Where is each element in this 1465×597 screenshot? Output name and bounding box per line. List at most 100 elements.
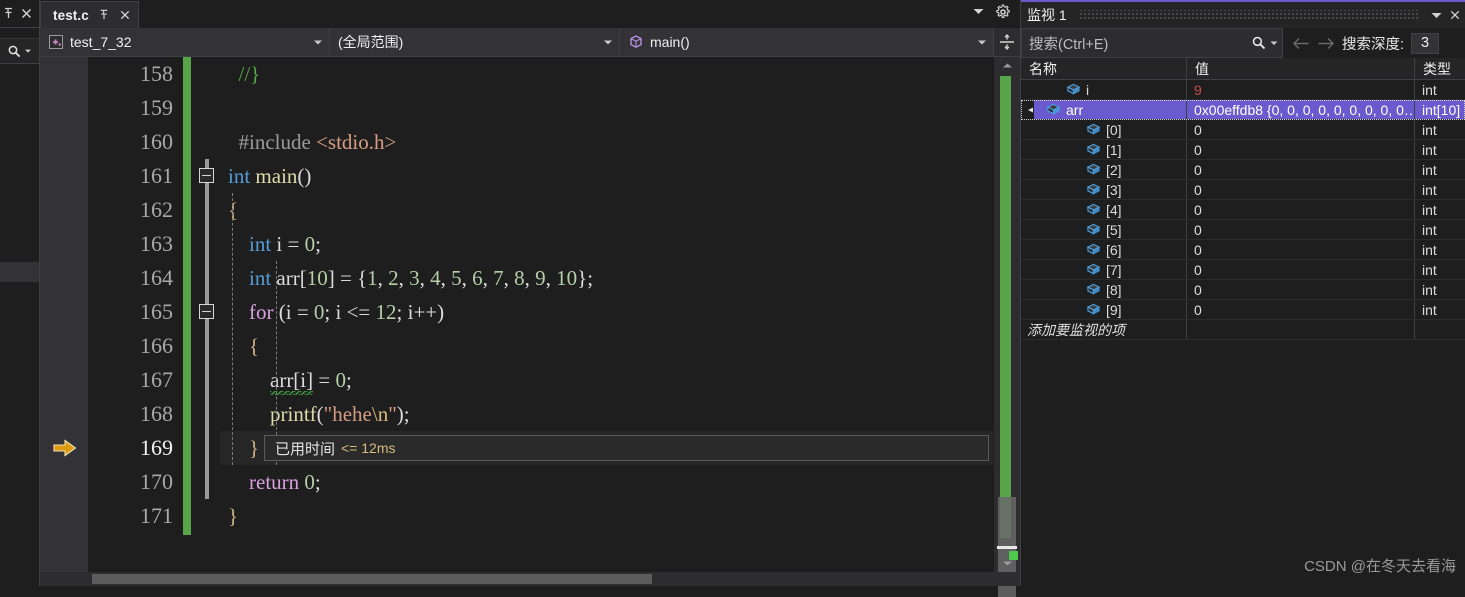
code-line[interactable]: printf("hehe\n");	[220, 397, 993, 431]
scroll-up-button[interactable]	[994, 57, 1020, 74]
tab-test-c[interactable]: test.c	[40, 1, 139, 28]
close-icon[interactable]	[119, 9, 131, 21]
arrow-left-icon[interactable]	[1292, 37, 1310, 50]
watch-row-name-cell[interactable]: [4]	[1021, 200, 1187, 219]
watch-row-value-cell[interactable]: 0	[1187, 180, 1415, 199]
scope-selector[interactable]: (全局范围)	[330, 28, 620, 56]
code-line[interactable]: #include <stdio.h>	[220, 125, 993, 159]
watch-row-value-cell[interactable]: 0	[1187, 260, 1415, 279]
watch-row[interactable]: arr 0x00effdb8 {0, 0, 0, 0, 0, 0, 0, 0, 0…	[1021, 100, 1465, 120]
column-header-value[interactable]: 值	[1187, 58, 1415, 79]
watch-variable-name: [1]	[1106, 141, 1122, 158]
member-selector[interactable]: main()	[620, 28, 994, 56]
watch-row-value-cell[interactable]: 0	[1187, 300, 1415, 319]
collapse-region-button[interactable]	[199, 304, 214, 319]
pin-icon[interactable]	[98, 9, 110, 21]
expand-collapse-triangle-icon[interactable]	[1023, 106, 1036, 114]
code-line[interactable]: return 0;	[220, 465, 993, 499]
watch-add-item-cell[interactable]: 添加要监视的项	[1021, 320, 1187, 339]
watch-variables-grid[interactable]: 名称 值 类型 i 9 int arr 0x00effdb8 {0, 0, 0, 0,…	[1021, 58, 1465, 586]
chevron-down-icon[interactable]	[977, 39, 987, 46]
watch-row-name-cell[interactable]: [5]	[1021, 220, 1187, 239]
watch-row[interactable]: [0] 0 int	[1021, 120, 1465, 140]
code-line[interactable]: }	[220, 499, 993, 533]
watch-row-value-cell[interactable]: 0	[1187, 120, 1415, 139]
code-line[interactable]: //}	[220, 57, 993, 91]
gear-icon[interactable]	[995, 3, 1011, 20]
code-line[interactable]: int main()	[220, 159, 993, 193]
chevron-down-icon[interactable]	[1430, 11, 1443, 20]
watch-add-item-value-cell[interactable]	[1187, 320, 1415, 339]
watch-row-name-cell[interactable]: [6]	[1021, 240, 1187, 259]
watch-row-name-cell[interactable]: [0]	[1021, 120, 1187, 139]
watch-row[interactable]: [1] 0 int	[1021, 140, 1465, 160]
code-line[interactable]: {	[220, 193, 993, 227]
watch-row[interactable]: [8] 0 int	[1021, 280, 1465, 300]
vertical-scrollbar[interactable]	[993, 57, 1020, 597]
watch-row-type-cell: int	[1415, 220, 1465, 239]
project-selector[interactable]: test_7_32	[40, 28, 330, 56]
split-window-icon[interactable]	[994, 28, 1020, 56]
code-line[interactable]: for (i = 0; i <= 12; i++)	[220, 295, 993, 329]
search-options-chevron-down-icon[interactable]	[1270, 40, 1278, 47]
code-line[interactable]: {	[220, 329, 993, 363]
watch-row[interactable]: [3] 0 int	[1021, 180, 1465, 200]
watch-row[interactable]: [2] 0 int	[1021, 160, 1465, 180]
close-icon[interactable]	[1449, 9, 1461, 21]
close-icon[interactable]	[20, 7, 34, 20]
code-token: 0	[313, 300, 325, 324]
watch-row-name-cell[interactable]: [7]	[1021, 260, 1187, 279]
scrollbar-thumb[interactable]	[92, 574, 652, 584]
watch-row-name-cell[interactable]: [8]	[1021, 280, 1187, 299]
search-input[interactable]: 搜索(Ctrl+E)	[1021, 28, 1283, 58]
search-icon[interactable]	[1251, 35, 1267, 51]
column-header-name[interactable]: 名称	[1021, 58, 1187, 79]
watch-row[interactable]: [6] 0 int	[1021, 240, 1465, 260]
watch-row-type-cell: int	[1415, 80, 1465, 99]
watch-add-item-row[interactable]: 添加要监视的项	[1021, 320, 1465, 340]
drag-grip[interactable]	[1078, 10, 1418, 20]
watch-variable-type: int	[1422, 181, 1437, 198]
arrow-right-icon[interactable]	[1317, 37, 1335, 50]
watch-row-value-cell[interactable]: 0	[1187, 140, 1415, 159]
tab-overflow-chevron-down-icon[interactable]	[972, 7, 985, 16]
collapse-region-button[interactable]	[199, 168, 214, 183]
scroll-down-button[interactable]	[994, 555, 1020, 572]
chevron-down-icon[interactable]	[603, 39, 613, 46]
watch-row-name-cell[interactable]: [3]	[1021, 180, 1187, 199]
pin-icon[interactable]	[2, 7, 16, 20]
watch-row-value-cell[interactable]: 0	[1187, 220, 1415, 239]
column-header-type[interactable]: 类型	[1415, 58, 1465, 79]
watch-row-name-cell[interactable]: arr	[1021, 100, 1187, 119]
watch-row-value-cell[interactable]: 0	[1187, 160, 1415, 179]
horizontal-scrollbar[interactable]	[40, 572, 1020, 586]
watch-row-value-cell[interactable]: 0	[1187, 280, 1415, 299]
code-text-area[interactable]: //} #include <stdio.h> int main(){ int i …	[220, 57, 993, 572]
watch-row-value-cell[interactable]: 0x00effdb8 {0, 0, 0, 0, 0, 0, 0, 0, 0…	[1187, 100, 1415, 119]
watch-row-name-cell[interactable]: [9]	[1021, 300, 1187, 319]
watch-row[interactable]: [4] 0 int	[1021, 200, 1465, 220]
watch-row-name-cell[interactable]: i	[1021, 80, 1187, 99]
code-editor-surface[interactable]: 158 159 160 161 162 163 164 165 166 167 168 169 170 1…	[40, 57, 1020, 597]
watch-row-name-cell[interactable]: [2]	[1021, 160, 1187, 179]
breakpoint-margin[interactable]	[40, 57, 88, 572]
watch-row-value-cell[interactable]: 9	[1187, 80, 1415, 99]
code-token: 5	[451, 266, 462, 290]
watch-row-name-cell[interactable]: [1]	[1021, 140, 1187, 159]
quick-search-tool[interactable]	[0, 38, 39, 64]
outlining-margin[interactable]	[192, 57, 220, 572]
code-token: ,	[524, 266, 536, 290]
watch-add-item-type-cell	[1415, 320, 1465, 339]
code-line[interactable]	[220, 91, 993, 125]
chevron-down-icon[interactable]	[313, 39, 323, 46]
watch-row[interactable]: [9] 0 int	[1021, 300, 1465, 320]
code-line[interactable]: arr[i] = 0;	[220, 363, 993, 397]
watch-row[interactable]: i 9 int	[1021, 80, 1465, 100]
watch-row-value-cell[interactable]: 0	[1187, 240, 1415, 259]
search-depth-input[interactable]: 3	[1411, 32, 1440, 54]
code-line[interactable]: int arr[10] = {1, 2, 3, 4, 5, 6, 7, 8, 9…	[220, 261, 993, 295]
watch-row[interactable]: [5] 0 int	[1021, 220, 1465, 240]
code-line[interactable]: int i = 0;	[220, 227, 993, 261]
watch-row-value-cell[interactable]: 0	[1187, 200, 1415, 219]
watch-row[interactable]: [7] 0 int	[1021, 260, 1465, 280]
